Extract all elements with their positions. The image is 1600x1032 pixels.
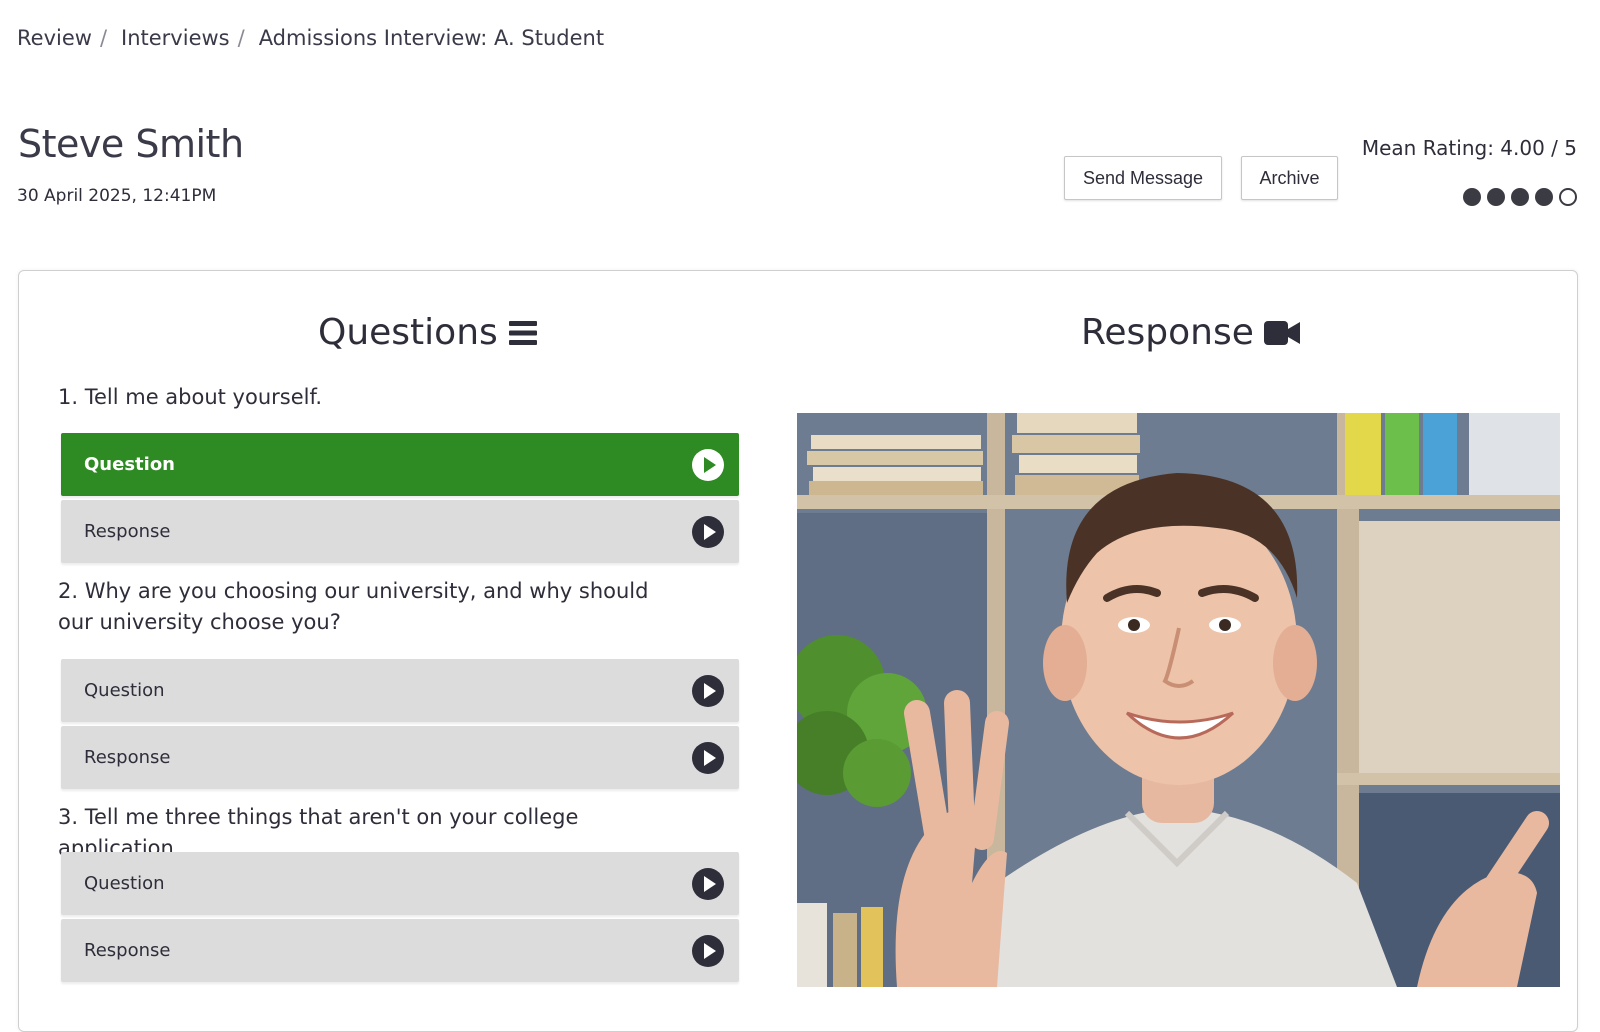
player-label: Question [84,454,175,475]
archive-button[interactable]: Archive [1241,156,1338,200]
breadcrumb-current: Admissions Interview: A. Student [258,26,605,50]
question-1-text: 1. Tell me about yourself. [58,385,323,409]
play-icon[interactable] [691,448,725,482]
question-1-response-player[interactable]: Response [61,500,739,563]
breadcrumb-separator: / [99,26,108,50]
rating-dot-filled [1511,188,1529,206]
mean-rating-label: Mean Rating: 4.00 / 5 [1361,136,1577,160]
rating-dot-filled [1535,188,1553,206]
response-heading: Response [1081,312,1300,353]
questions-title: Questions [318,312,498,353]
breadcrumb-review-link[interactable]: Review [17,26,92,50]
play-icon[interactable] [691,934,725,968]
question-2-text: 2. Why are you choosing our university, … [58,579,649,634]
send-message-button[interactable]: Send Message [1064,156,1222,200]
question-1-question-player[interactable]: Question [61,433,739,496]
breadcrumb: Review / Interviews / Admissions Intervi… [17,26,604,50]
question-2-question-player[interactable]: Question [61,659,739,722]
play-icon[interactable] [691,741,725,775]
video-camera-icon [1263,320,1300,345]
question-3-response-player[interactable]: Response [61,919,739,982]
rating-dot-empty [1559,188,1577,206]
questions-heading: Questions [318,312,538,353]
play-icon[interactable] [691,515,725,549]
question-2-response-player[interactable]: Response [61,726,739,789]
response-title: Response [1081,312,1254,353]
player-label: Response [84,940,171,961]
rating-dot-filled [1463,188,1481,206]
interview-datetime: 30 April 2025, 12:41PM [17,186,217,206]
player-label: Question [84,873,165,894]
play-icon[interactable] [691,867,725,901]
player-label: Response [84,521,171,542]
rating-dot-filled [1487,188,1505,206]
breadcrumb-interviews-link[interactable]: Interviews [121,26,230,50]
response-video-player[interactable] [797,413,1560,987]
player-label: Question [84,680,165,701]
play-icon[interactable] [691,674,725,708]
candidate-video-frame [797,413,1560,987]
breadcrumb-separator: / [237,26,245,50]
candidate-name: Steve Smith [18,122,244,166]
player-label: Response [84,747,171,768]
hamburger-menu-icon [508,320,537,345]
question-3-question-player[interactable]: Question [61,852,739,915]
rating-dots [1463,188,1577,206]
